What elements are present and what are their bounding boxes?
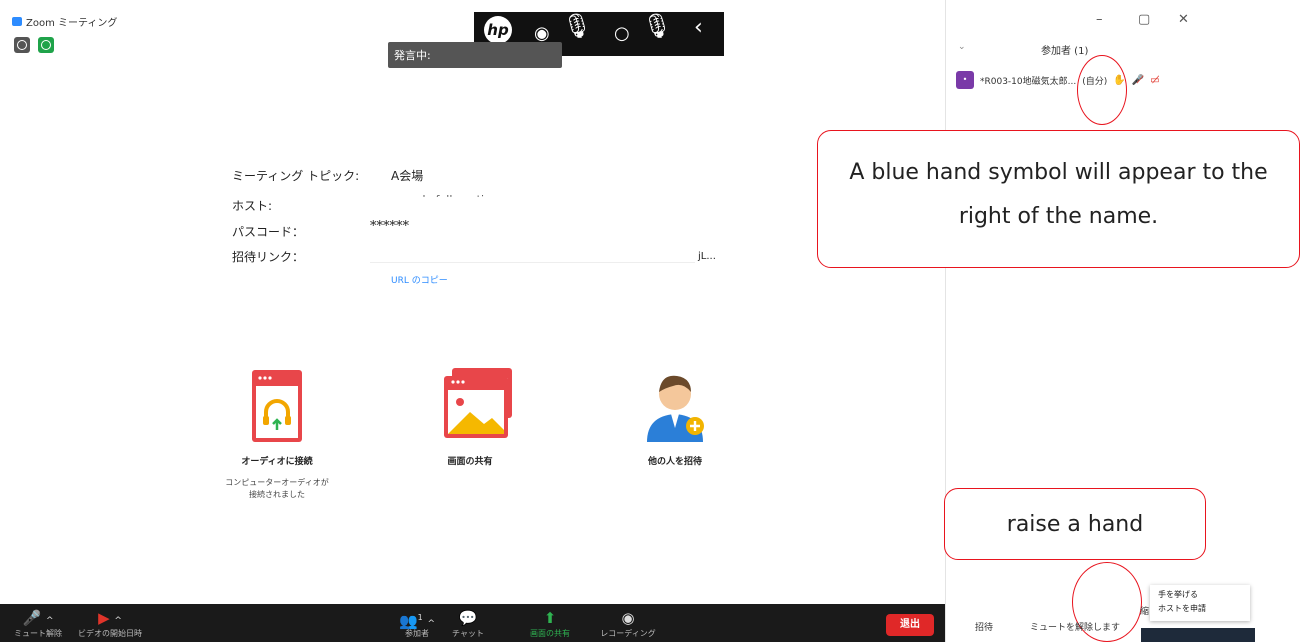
share-screen-label: 画面の共有 bbox=[447, 457, 493, 467]
topic-label: ミーティング トピック: bbox=[232, 169, 360, 183]
chevron-left-icon[interactable]: ‹ bbox=[694, 17, 703, 39]
muted-mic-icon: 🎤 ^ bbox=[22, 609, 54, 627]
join-audio-action[interactable]: オーディオに接続 コンピューターオーディオが接続されました bbox=[222, 368, 332, 501]
more-menu-popup: 手を挙げる ホストを申請 bbox=[1150, 585, 1250, 621]
video-thumbnail-strip bbox=[1141, 628, 1255, 642]
invite-others-label: 他の人を招待 bbox=[647, 457, 702, 467]
topic-value: A会場 bbox=[391, 169, 424, 183]
join-audio-label: オーディオに接続 bbox=[241, 457, 313, 467]
host-value: agenda fallmeeting bbox=[391, 193, 498, 206]
participant-name: *R003-10地磁気太郎... bbox=[980, 76, 1077, 87]
add-user-icon bbox=[647, 375, 704, 442]
title-bar: Zoom ミーティング bbox=[0, 0, 945, 30]
minimize-button[interactable]: – bbox=[1096, 12, 1103, 27]
video-off-icon[interactable]: ▭̸ bbox=[1150, 75, 1159, 86]
invite-link-value[interactable]: jL... bbox=[698, 251, 716, 262]
muted-mic-icon[interactable]: 🎤̸ bbox=[1132, 75, 1144, 86]
chat-button[interactable]: 💬 チャット bbox=[448, 608, 488, 639]
participants-icon: 👥1 ^ bbox=[398, 612, 436, 630]
app-title: Zoom ミーティング bbox=[12, 14, 117, 29]
share-screen-toolbar-button[interactable]: ⬆ 画面の共有 bbox=[520, 608, 580, 639]
participants-title: 参加者 (1) bbox=[1041, 46, 1089, 57]
maximize-button[interactable]: ▢ bbox=[1138, 12, 1150, 27]
meeting-info-icon[interactable] bbox=[14, 37, 30, 53]
participants-toolbar-button[interactable]: 👥1 ^ 参加者 bbox=[392, 608, 442, 639]
record-label: レコーディング bbox=[600, 629, 656, 638]
unmute-label: ミュート解除 bbox=[14, 629, 62, 638]
chevron-down-icon[interactable]: ⌄ bbox=[958, 42, 966, 52]
headphones-icon bbox=[252, 370, 302, 442]
request-host-menu-item[interactable]: ホストを申請 bbox=[1158, 602, 1242, 616]
chat-label: チャット bbox=[452, 629, 484, 638]
hand-symbol-callout: A blue hand symbol will appear to the ri… bbox=[817, 130, 1300, 268]
share-screen-icon bbox=[444, 368, 512, 438]
microphone-wave-icon[interactable]: 🎙 bbox=[642, 14, 672, 38]
zoom-logo-icon bbox=[12, 17, 22, 26]
passcode-value: ****** bbox=[370, 219, 409, 234]
raise-hand-menu-item[interactable]: 手を挙げる bbox=[1158, 588, 1242, 602]
raise-hand-callout: raise a hand bbox=[944, 488, 1206, 560]
hp-logo-icon: hp bbox=[484, 16, 512, 44]
record-icon: ◉ bbox=[621, 609, 635, 627]
speaking-indicator: 発言中: bbox=[388, 42, 562, 68]
share-arrow-icon: ⬆ bbox=[543, 609, 557, 627]
share-screen-action[interactable]: 画面の共有 bbox=[410, 368, 530, 467]
copy-url-link[interactable]: URL のコピー bbox=[391, 273, 448, 286]
unmute-toolbar-button[interactable]: 🎤 ^ ミュート解除 bbox=[8, 608, 68, 639]
host-label: ホスト: bbox=[232, 199, 273, 213]
leave-button[interactable]: 退出 bbox=[886, 614, 934, 636]
highlight-ring-name bbox=[1077, 55, 1127, 125]
participant-row[interactable]: • *R003-10地磁気太郎... (自分) ✋ 🎤̸ ▭̸ bbox=[956, 70, 1160, 90]
circle-icon[interactable]: ○ bbox=[614, 24, 630, 44]
close-button[interactable]: ✕ bbox=[1178, 12, 1189, 27]
share-label: 画面の共有 bbox=[530, 629, 570, 638]
invite-others-action[interactable]: 他の人を招待 bbox=[620, 368, 730, 467]
meeting-toolbar: 🎤 ^ ミュート解除 ▶ ^ ビデオの開始日時 👥1 ^ 参加者 💬 チャット … bbox=[0, 604, 945, 642]
passcode-label: パスコード： bbox=[232, 225, 305, 239]
invite-label: 招待リンク： bbox=[232, 250, 305, 264]
zoom-window: Zoom ミーティング hp ◉ 🎙 ○ 🎙 ‹ 発言中: ミーティング トピッ… bbox=[0, 0, 1305, 642]
start-video-label: ビデオの開始日時 bbox=[78, 629, 142, 638]
audio-connected-note: コンピューターオーディオが接続されました bbox=[225, 478, 329, 499]
window-title: Zoom ミーティング bbox=[26, 18, 118, 29]
partial-label: 縮 bbox=[1140, 607, 1150, 617]
avatar: • bbox=[956, 71, 974, 89]
video-off-icon: ▶ ^ bbox=[98, 609, 122, 627]
invite-button[interactable]: 招待 bbox=[975, 620, 993, 633]
unmute-button[interactable]: ミュートを解除します bbox=[1030, 620, 1120, 633]
record-button[interactable]: ◉ レコーディング bbox=[596, 608, 660, 639]
record-dot-icon[interactable]: ◉ bbox=[534, 24, 550, 44]
security-shield-icon[interactable] bbox=[38, 37, 54, 53]
microphone-icon[interactable]: 🎙 bbox=[562, 14, 592, 38]
start-video-button[interactable]: ▶ ^ ビデオの開始日時 bbox=[70, 608, 150, 639]
chat-bubble-icon: 💬 bbox=[458, 609, 478, 627]
invite-link-blur bbox=[370, 262, 695, 263]
